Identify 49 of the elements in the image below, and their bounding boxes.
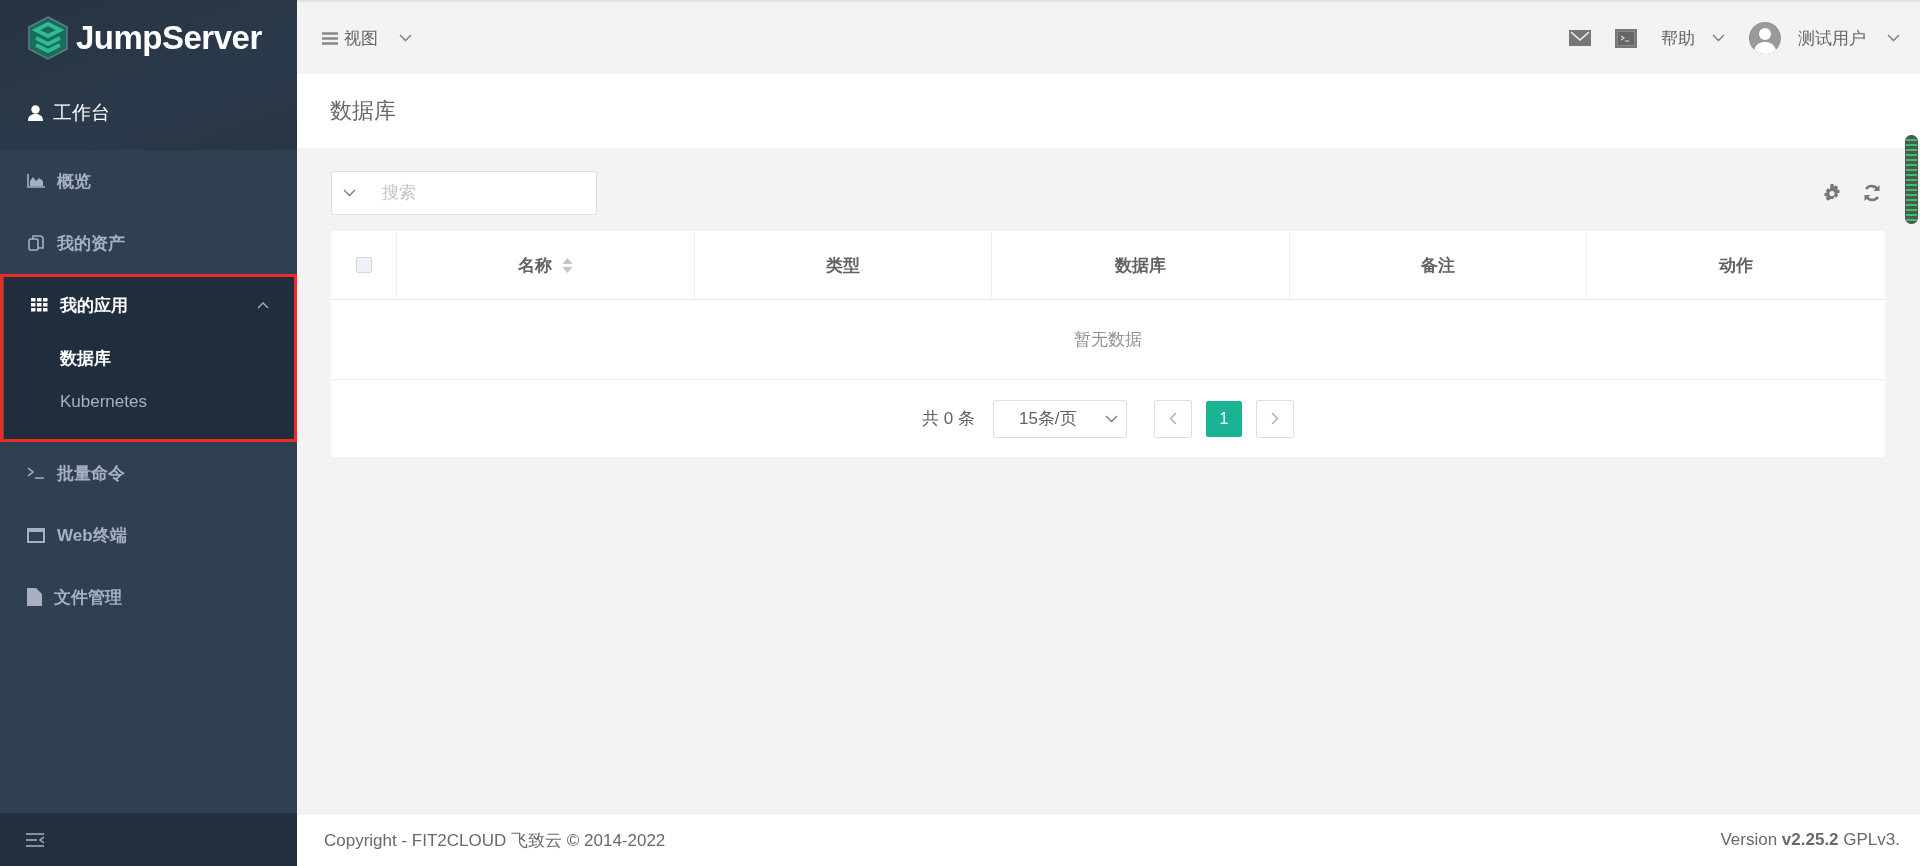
- view-menu[interactable]: 视图: [322, 26, 413, 50]
- chevron-left-icon: [1168, 412, 1177, 425]
- settings-icon[interactable]: [1823, 184, 1841, 202]
- version-text: Version v2.25.2 GPLv3.: [1720, 830, 1900, 850]
- search-field[interactable]: 搜索: [331, 171, 597, 215]
- sidebar-item[interactable]: 文件管理: [0, 566, 297, 628]
- empty-message: 暂无数据: [1074, 329, 1142, 351]
- refresh-icon[interactable]: [1863, 184, 1881, 202]
- chevron-down-icon: [1104, 414, 1118, 423]
- submenu-item[interactable]: Kubernetes: [4, 380, 297, 424]
- chevron-down-icon: [343, 189, 356, 197]
- sidebar-item[interactable]: Web终端: [0, 504, 297, 566]
- mail-icon[interactable]: [1569, 30, 1592, 46]
- chevron-down-icon: [1711, 34, 1725, 42]
- stacked-layers-logo-icon: [28, 15, 68, 60]
- column-title: 动作: [1719, 254, 1754, 277]
- area-chart-icon: [27, 174, 45, 188]
- page-title: 数据库: [330, 97, 396, 125]
- sidebar-item[interactable]: 我的应用: [4, 274, 297, 336]
- chevron-right-icon: [1270, 412, 1279, 425]
- chevron-down-icon: [1887, 34, 1900, 42]
- sidebar-item[interactable]: 批量命令: [0, 442, 297, 504]
- page-size-select[interactable]: 15条/页: [992, 399, 1127, 438]
- collapse-menu-icon[interactable]: [25, 831, 45, 848]
- total-count: 共 0 条: [922, 408, 975, 430]
- sidebar-item[interactable]: 我的资产: [0, 212, 297, 274]
- workbench-link[interactable]: 工作台: [0, 75, 297, 150]
- help-menu[interactable]: 帮助: [1661, 26, 1725, 50]
- app-logo-text: JumpServer: [76, 18, 262, 57]
- sidebar-item[interactable]: 概览: [0, 150, 297, 212]
- column-title: 类型: [825, 254, 860, 277]
- column-title: 数据库: [1115, 254, 1166, 277]
- grid-icon: [31, 298, 48, 312]
- scrollbar[interactable]: [1905, 135, 1918, 224]
- chevron-down-icon: [399, 34, 413, 42]
- select-all-checkbox[interactable]: [355, 257, 372, 273]
- avatar-icon: [1748, 22, 1781, 54]
- menu-icon: [322, 31, 338, 45]
- file-icon: [27, 588, 42, 606]
- window-icon: [27, 527, 45, 543]
- user-menu[interactable]: 测试用户: [1748, 22, 1900, 54]
- column-title: 备注: [1421, 254, 1456, 277]
- copy-icon: [27, 234, 45, 252]
- submenu-item[interactable]: 数据库: [4, 336, 297, 380]
- column-title: 名称: [517, 254, 552, 277]
- terminal-icon[interactable]: [1615, 28, 1638, 48]
- copyright-text: Copyright - FIT2CLOUD 飞致云 © 2014-2022: [324, 829, 666, 852]
- user-icon: [28, 104, 43, 121]
- terminal-prompt-icon: [27, 467, 45, 479]
